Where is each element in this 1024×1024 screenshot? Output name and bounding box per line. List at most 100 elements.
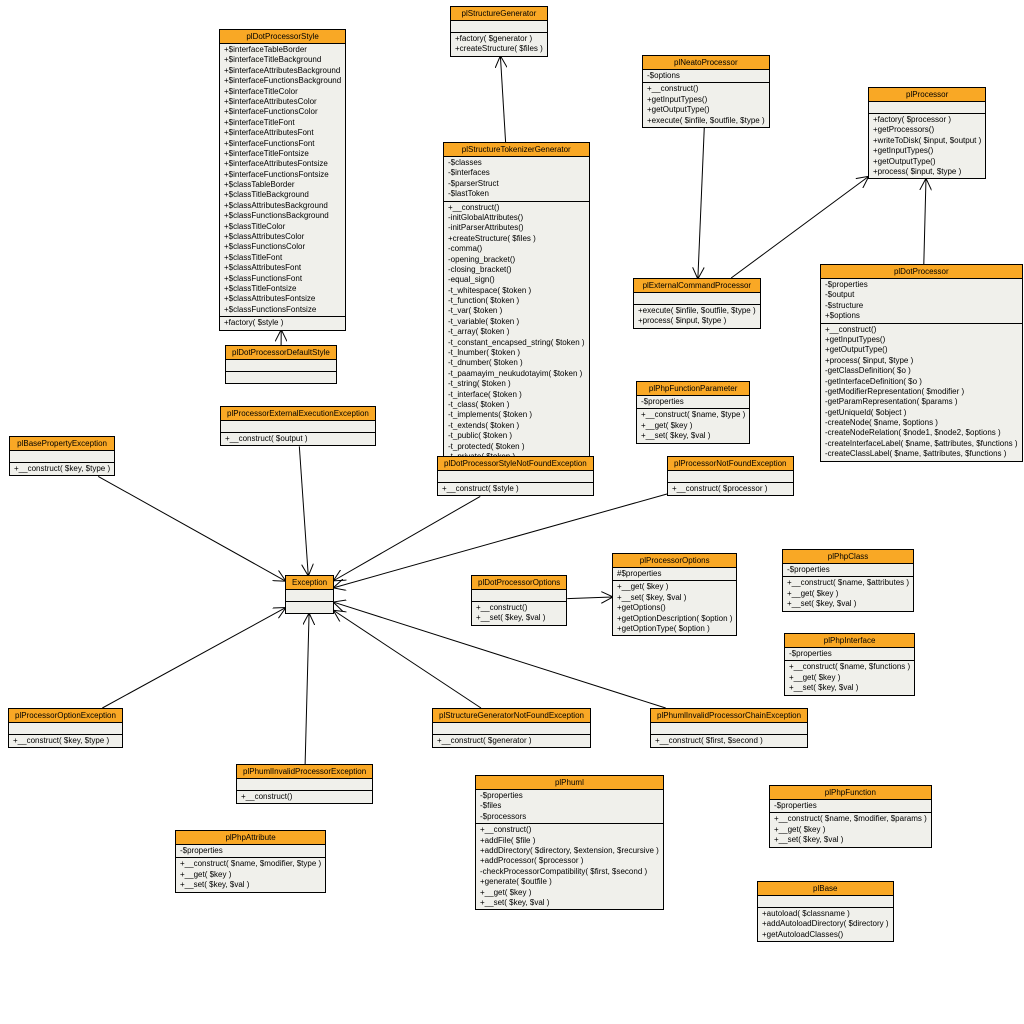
class-plDotProcessorDefaultStyle: plDotProcessorDefaultStyle	[225, 345, 337, 384]
class-attributes	[433, 723, 590, 735]
class-attributes	[438, 471, 593, 483]
class-title: Exception	[286, 576, 333, 590]
class-plPhumlInvalidProcessorChainException: plPhumlInvalidProcessorChainException +_…	[650, 708, 808, 748]
class-attributes: +$interfaceTableBorder+$interfaceTitleBa…	[220, 44, 345, 317]
edge	[731, 177, 868, 278]
class-attributes	[472, 590, 566, 602]
edge	[305, 614, 309, 764]
class-plProcessorExternalExecutionException: plProcessorExternalExecutionException +_…	[220, 406, 376, 446]
class-attributes: -$properties	[770, 800, 931, 813]
class-title: plPhpAttribute	[176, 831, 325, 845]
class-plPhpFunctionParameter: plPhpFunctionParameter-$properties+__con…	[636, 381, 750, 444]
class-plPhpClass: plPhpClass-$properties+__construct( $nam…	[782, 549, 914, 612]
class-methods: +__construct()	[237, 791, 372, 803]
class-plBasePropertyException: plBasePropertyException +__construct( $k…	[9, 436, 115, 476]
class-methods: +__construct( $output )	[221, 433, 375, 445]
class-title: plNeatoProcessor	[643, 56, 769, 70]
class-title: plStructureGenerator	[451, 7, 547, 21]
class-methods: +__construct( $generator )	[433, 735, 590, 747]
edge	[334, 611, 481, 708]
class-methods: +__construct( $style )	[438, 483, 593, 495]
class-plPhpInterface: plPhpInterface-$properties+__construct( …	[784, 633, 915, 696]
class-methods: +__construct( $name, $attributes )+__get…	[783, 577, 913, 610]
class-plBase: plBase +autoload( $classname )+addAutolo…	[757, 881, 894, 942]
class-attributes	[237, 779, 372, 791]
class-methods: +__construct()+__set( $key, $val )	[472, 602, 566, 625]
class-title: plExternalCommandProcessor	[634, 279, 760, 293]
class-title: plPhpInterface	[785, 634, 914, 648]
edge	[698, 128, 704, 278]
class-methods: +__construct( $processor )	[668, 483, 793, 495]
class-attributes	[9, 723, 122, 735]
class-plPhumlInvalidProcessorException: plPhumlInvalidProcessorException +__cons…	[236, 764, 373, 804]
class-methods: +__construct( $name, $functions )+__get(…	[785, 661, 914, 694]
class-methods: +__construct( $first, $second )	[651, 735, 807, 747]
class-attributes	[451, 21, 547, 33]
class-title: plPhpClass	[783, 550, 913, 564]
edge	[299, 446, 308, 575]
class-plProcessorOptions: plProcessorOptions#$properties+__get( $k…	[612, 553, 737, 636]
class-plStructureGenerator: plStructureGenerator +factory( $generato…	[450, 6, 548, 57]
class-methods: +__construct()+addFile( $file )+addDirec…	[476, 824, 663, 909]
class-title: plProcessorOptionException	[9, 709, 122, 723]
class-title: plDotProcessorStyle	[220, 30, 345, 44]
class-methods: +__construct( $key, $type )	[9, 735, 122, 747]
class-title: plStructureGeneratorNotFoundException	[433, 709, 590, 723]
class-title: plStructureTokenizerGenerator	[444, 143, 589, 157]
class-plDotProcessorStyleNotFoundException: plDotProcessorStyleNotFoundException +__…	[437, 456, 594, 496]
class-plDotProcessorStyle: plDotProcessorStyle+$interfaceTableBorde…	[219, 29, 346, 331]
class-plNeatoProcessor: plNeatoProcessor-$options+__construct()+…	[642, 55, 770, 128]
edge	[98, 476, 285, 580]
class-methods: +__construct( $key, $type )	[10, 463, 114, 475]
class-title: plDotProcessorOptions	[472, 576, 566, 590]
class-attributes	[758, 896, 893, 908]
class-methods: +execute( $infile, $outfile, $type )+pro…	[634, 305, 760, 328]
class-methods	[226, 372, 336, 383]
edge	[924, 179, 926, 264]
class-title: plProcessorOptions	[613, 554, 736, 568]
class-attributes: #$properties	[613, 568, 736, 581]
class-attributes	[869, 102, 985, 114]
class-attributes: -$properties	[785, 648, 914, 661]
class-plProcessorNotFoundException: plProcessorNotFoundException +__construc…	[667, 456, 794, 496]
class-title: plProcessor	[869, 88, 985, 102]
class-plDotProcessor: plDotProcessor-$properties-$output-$stru…	[820, 264, 1023, 462]
class-methods: +__construct( $name, $modifier, $type )+…	[176, 858, 325, 891]
class-attributes	[226, 360, 336, 372]
class-title: plDotProcessor	[821, 265, 1022, 279]
class-attributes: -$classes-$interfaces-$parserStruct-$las…	[444, 157, 589, 202]
class-title: plProcessorNotFoundException	[668, 457, 793, 471]
class-attributes: -$properties	[176, 845, 325, 858]
class-title: plPhuml	[476, 776, 663, 790]
edge	[334, 496, 480, 580]
class-attributes: -$properties-$files-$processors	[476, 790, 663, 824]
class-attributes	[10, 451, 114, 463]
class-plDotProcessorOptions: plDotProcessorOptions +__construct()+__s…	[471, 575, 567, 626]
class-title: plBase	[758, 882, 893, 896]
class-title: plPhpFunction	[770, 786, 931, 800]
class-plExternalCommandProcessor: plExternalCommandProcessor +execute( $in…	[633, 278, 761, 329]
class-methods: +factory( $style )	[220, 317, 345, 329]
class-attributes: -$properties	[783, 564, 913, 577]
class-methods: +__construct()-initGlobalAttributes()-in…	[444, 202, 589, 495]
class-title: plPhumlInvalidProcessorException	[237, 765, 372, 779]
class-attributes	[634, 293, 760, 305]
class-plPhpFunction: plPhpFunction-$properties+__construct( $…	[769, 785, 932, 848]
class-methods: +__construct( $name, $type )+__get( $key…	[637, 409, 749, 442]
class-attributes	[651, 723, 807, 735]
class-title: plProcessorExternalExecutionException	[221, 407, 375, 421]
class-attributes: -$properties-$output-$structure+$options	[821, 279, 1022, 324]
class-methods: +__construct()+getInputTypes()+getOutput…	[643, 83, 769, 127]
class-plProcessorOptionException: plProcessorOptionException +__construct(…	[8, 708, 123, 748]
class-title: plPhumlInvalidProcessorChainException	[651, 709, 807, 723]
class-title: plPhpFunctionParameter	[637, 382, 749, 396]
class-methods: +__construct()+getInputTypes()+getOutput…	[821, 324, 1022, 461]
class-plProcessor: plProcessor +factory( $processor )+getPr…	[868, 87, 986, 179]
class-methods: +__construct( $name, $modifier, $params …	[770, 813, 931, 846]
class-methods	[286, 602, 333, 613]
class-methods: +factory( $generator )+createStructure( …	[451, 33, 547, 56]
class-attributes: -$properties	[637, 396, 749, 409]
class-attributes: -$options	[643, 70, 769, 83]
class-plStructureGeneratorNotFoundException: plStructureGeneratorNotFoundException +_…	[432, 708, 591, 748]
class-attributes	[221, 421, 375, 433]
